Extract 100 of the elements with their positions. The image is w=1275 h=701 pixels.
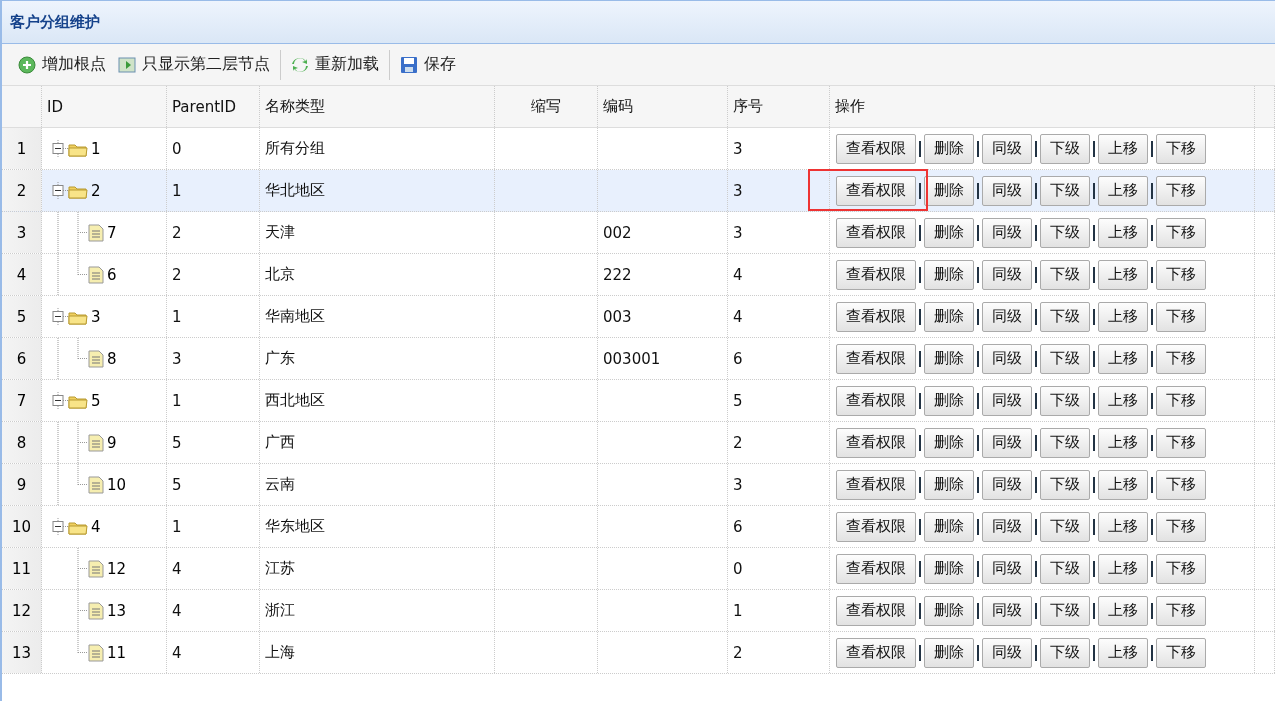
action-button[interactable]: 下移: [1156, 469, 1206, 500]
action-button[interactable]: 同级: [982, 385, 1032, 416]
action-button[interactable]: 同级: [982, 343, 1032, 374]
action-button[interactable]: 同级: [982, 469, 1032, 500]
action-button[interactable]: 下移: [1156, 427, 1206, 458]
action-button[interactable]: 同级: [982, 133, 1032, 164]
action-button[interactable]: 查看权限: [836, 427, 916, 458]
action-button[interactable]: 删除: [924, 637, 974, 668]
action-button[interactable]: 下移: [1156, 385, 1206, 416]
action-button[interactable]: 删除: [924, 175, 974, 206]
table-row[interactable]: 5 3 1 华南地区 003 4 查看权限 删除 同级 下级 上移 下移: [2, 296, 1275, 338]
table-row[interactable]: 10 4 1 华东地区 6 查看权限 删除 同级 下级 上移 下移: [2, 506, 1275, 548]
action-button[interactable]: 查看权限: [836, 259, 916, 290]
plus-icon: [18, 55, 36, 74]
action-button[interactable]: 查看权限: [836, 469, 916, 500]
action-button[interactable]: 查看权限: [836, 343, 916, 374]
action-button[interactable]: 上移: [1098, 385, 1148, 416]
table-row[interactable]: 6 8 3 广东 003001 6 查看权限 删除 同级 下级 上移 下移: [2, 338, 1275, 380]
action-button[interactable]: 下移: [1156, 595, 1206, 626]
action-button[interactable]: 下级: [1040, 595, 1090, 626]
action-button[interactable]: 查看权限: [836, 637, 916, 668]
table-row[interactable]: 8 9 5 广西 2 查看权限 删除 同级 下级 上移 下移: [2, 422, 1275, 464]
action-button[interactable]: 上移: [1098, 427, 1148, 458]
table-cell: 华北地区: [260, 170, 495, 211]
action-button[interactable]: 删除: [924, 133, 974, 164]
action-button[interactable]: 同级: [982, 637, 1032, 668]
action-button[interactable]: 查看权限: [836, 133, 916, 164]
action-button[interactable]: 上移: [1098, 217, 1148, 248]
toolbar-button[interactable]: 保存: [394, 49, 462, 80]
action-button[interactable]: 查看权限: [836, 595, 916, 626]
action-button[interactable]: 查看权限: [836, 217, 916, 248]
action-button[interactable]: 上移: [1098, 301, 1148, 332]
action-button[interactable]: 上移: [1098, 553, 1148, 584]
action-button[interactable]: 下移: [1156, 343, 1206, 374]
action-button[interactable]: 上移: [1098, 259, 1148, 290]
action-button[interactable]: 同级: [982, 553, 1032, 584]
table-row[interactable]: 11 12 4 江苏 0 查看权限 删除 同级 下级 上移 下移: [2, 548, 1275, 590]
action-button[interactable]: 查看权限: [836, 553, 916, 584]
toolbar-button[interactable]: 重新加载: [285, 49, 385, 80]
action-button[interactable]: 删除: [924, 343, 974, 374]
action-button[interactable]: 下级: [1040, 259, 1090, 290]
action-button[interactable]: 下级: [1040, 217, 1090, 248]
table-cell: 1: [167, 380, 260, 421]
action-button[interactable]: 上移: [1098, 469, 1148, 500]
table-row[interactable]: 7 5 1 西北地区 5 查看权限 删除 同级 下级 上移 下移: [2, 380, 1275, 422]
action-button[interactable]: 同级: [982, 217, 1032, 248]
table-row[interactable]: 9 10 5 云南 3 查看权限 删除 同级 下级 上移 下移: [2, 464, 1275, 506]
action-button[interactable]: 删除: [924, 385, 974, 416]
action-button[interactable]: 删除: [924, 217, 974, 248]
action-button[interactable]: 下级: [1040, 343, 1090, 374]
action-button[interactable]: 上移: [1098, 343, 1148, 374]
action-button[interactable]: 下移: [1156, 259, 1206, 290]
action-button[interactable]: 下级: [1040, 511, 1090, 542]
action-button[interactable]: 下移: [1156, 217, 1206, 248]
action-button[interactable]: 删除: [924, 259, 974, 290]
action-button[interactable]: 删除: [924, 301, 974, 332]
action-button[interactable]: 下移: [1156, 553, 1206, 584]
action-button[interactable]: 下级: [1040, 133, 1090, 164]
action-button[interactable]: 查看权限: [836, 385, 916, 416]
table-row[interactable]: 1 1 0 所有分组 3 查看权限 删除 同级 下级 上移 下移: [2, 128, 1275, 170]
action-button[interactable]: 下级: [1040, 637, 1090, 668]
node-id: 11: [107, 643, 127, 662]
action-button[interactable]: 同级: [982, 427, 1032, 458]
action-button[interactable]: 下级: [1040, 553, 1090, 584]
action-button[interactable]: 同级: [982, 301, 1032, 332]
action-button[interactable]: 同级: [982, 511, 1032, 542]
action-button[interactable]: 上移: [1098, 637, 1148, 668]
table-row[interactable]: 2 2 1 华北地区 3 查看权限 删除 同级 下级 上移 下移: [2, 170, 1275, 212]
action-button[interactable]: 下级: [1040, 301, 1090, 332]
action-button[interactable]: 同级: [982, 595, 1032, 626]
action-button[interactable]: 下移: [1156, 175, 1206, 206]
action-button[interactable]: 删除: [924, 511, 974, 542]
table-row[interactable]: 12 13 4 浙江 1 查看权限 删除 同级 下级 上移 下移: [2, 590, 1275, 632]
action-button[interactable]: 下级: [1040, 385, 1090, 416]
action-button[interactable]: 同级: [982, 175, 1032, 206]
table-row[interactable]: 13 11 4 上海 2 查看权限 删除 同级 下级 上移 下移: [2, 632, 1275, 674]
action-button[interactable]: 上移: [1098, 595, 1148, 626]
toolbar-button[interactable]: 增加根点: [12, 49, 112, 80]
action-button[interactable]: 上移: [1098, 511, 1148, 542]
action-button[interactable]: 查看权限: [836, 511, 916, 542]
action-button[interactable]: 上移: [1098, 175, 1148, 206]
action-button[interactable]: 下级: [1040, 175, 1090, 206]
action-button[interactable]: 同级: [982, 259, 1032, 290]
action-button[interactable]: 查看权限: [836, 175, 916, 206]
action-button[interactable]: 下移: [1156, 133, 1206, 164]
action-button[interactable]: 删除: [924, 469, 974, 500]
row-number: 13: [2, 632, 42, 673]
action-button[interactable]: 查看权限: [836, 301, 916, 332]
toolbar-button[interactable]: 只显示第二层节点: [112, 49, 276, 80]
action-button[interactable]: 删除: [924, 553, 974, 584]
action-button[interactable]: 下级: [1040, 469, 1090, 500]
action-button[interactable]: 下移: [1156, 637, 1206, 668]
action-button[interactable]: 删除: [924, 595, 974, 626]
action-button[interactable]: 下移: [1156, 301, 1206, 332]
action-button[interactable]: 下级: [1040, 427, 1090, 458]
action-button[interactable]: 删除: [924, 427, 974, 458]
table-row[interactable]: 4 6 2 北京 222 4 查看权限 删除 同级 下级 上移 下移: [2, 254, 1275, 296]
action-button[interactable]: 下移: [1156, 511, 1206, 542]
table-row[interactable]: 3 7 2 天津 002 3 查看权限 删除 同级 下级 上移 下移: [2, 212, 1275, 254]
action-button[interactable]: 上移: [1098, 133, 1148, 164]
